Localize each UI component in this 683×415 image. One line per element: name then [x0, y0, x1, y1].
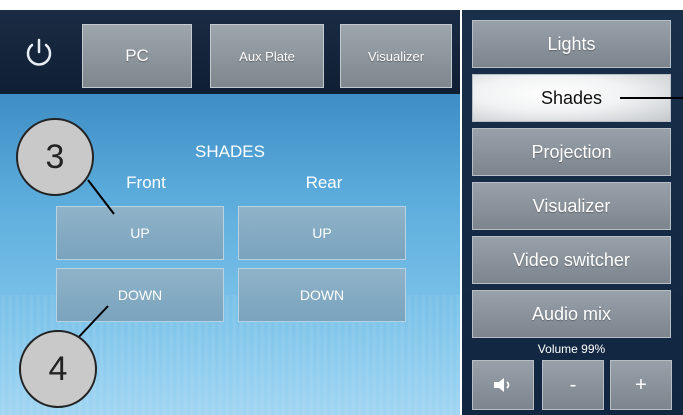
mute-button[interactable] — [472, 360, 534, 410]
page-title: SHADES — [195, 142, 265, 161]
sidebar: Lights Shades Projection Visualizer Vide… — [462, 10, 683, 415]
pc-button[interactable]: PC — [82, 24, 192, 88]
sidebar-item-video-switcher[interactable]: Video switcher — [472, 236, 671, 284]
sidebar-item-projection[interactable]: Projection — [472, 128, 671, 176]
front-down-button[interactable]: DOWN — [56, 268, 224, 322]
rear-up-button[interactable]: UP — [238, 206, 406, 260]
sidebar-item-audio-mix[interactable]: Audio mix — [472, 290, 671, 338]
speaker-icon — [494, 378, 510, 392]
power-button[interactable] — [12, 30, 66, 76]
front-up-button[interactable]: UP — [56, 206, 224, 260]
callout-4: 4 — [19, 330, 97, 408]
sidebar-item-lights[interactable]: Lights — [472, 20, 671, 68]
volume-down-button[interactable]: - — [542, 360, 604, 410]
callout-3: 3 — [16, 118, 94, 196]
visualizer-source-button[interactable]: Visualizer — [340, 24, 452, 88]
volume-up-button[interactable]: + — [610, 360, 672, 410]
top-bar: PC Aux Plate Visualizer — [0, 10, 460, 94]
rear-down-button[interactable]: DOWN — [238, 268, 406, 322]
control-screen: PC Aux Plate Visualizer SHADES Front Rea… — [0, 0, 683, 415]
sidebar-item-shades[interactable]: Shades — [472, 74, 671, 122]
rear-label: Rear — [305, 173, 343, 192]
volume-label: Volume 99% — [537, 342, 606, 356]
power-icon — [26, 38, 52, 66]
aux-plate-button[interactable]: Aux Plate — [210, 24, 324, 88]
sidebar-item-visualizer[interactable]: Visualizer — [472, 182, 671, 230]
front-label: Front — [126, 173, 166, 192]
